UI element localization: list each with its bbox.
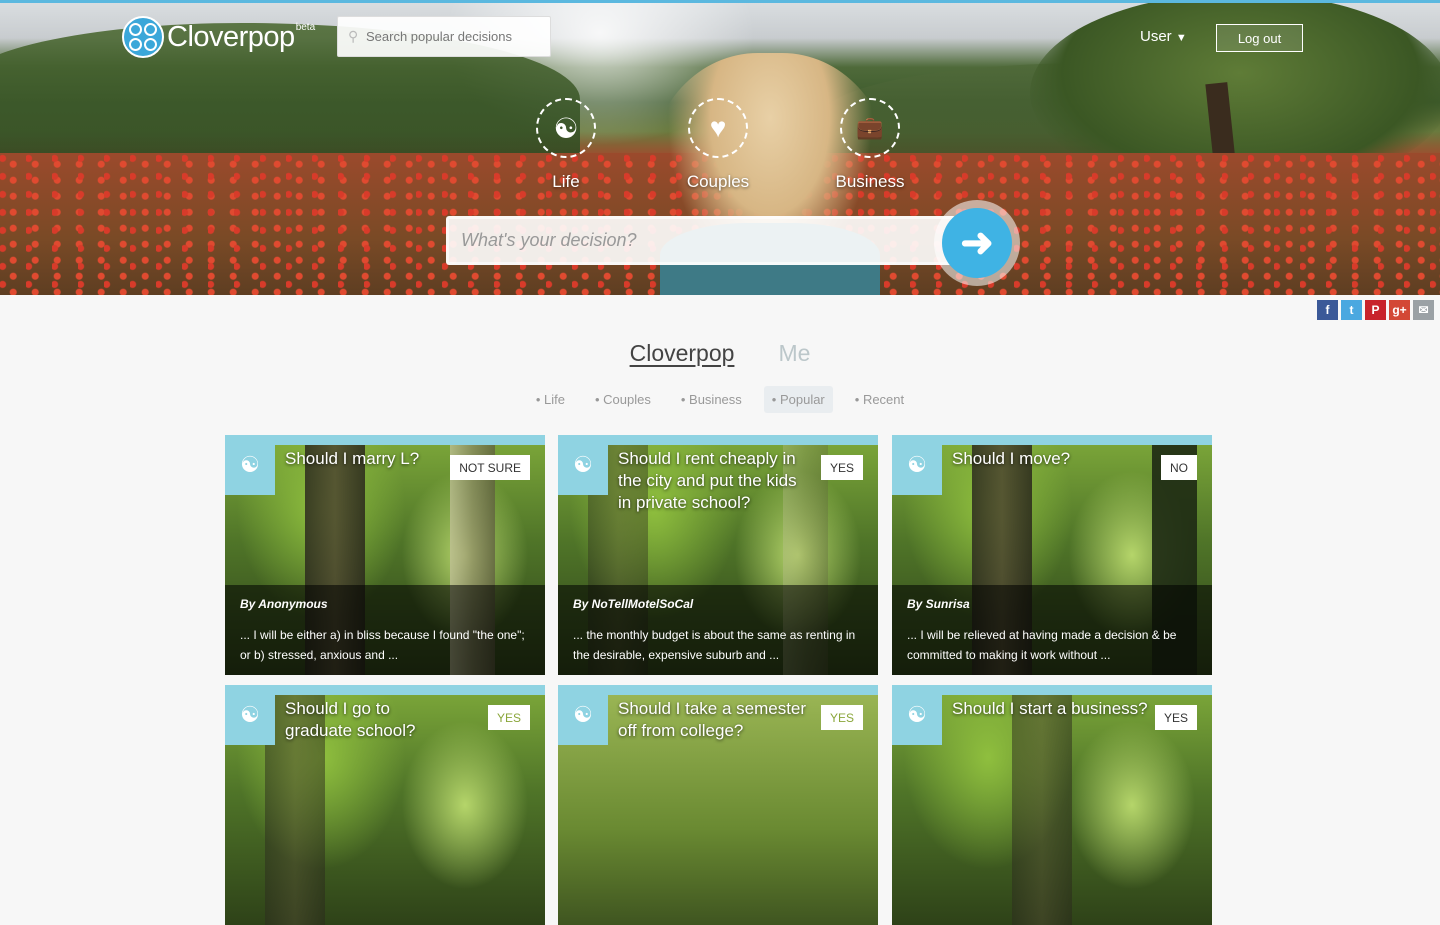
subtab-life[interactable]: • Life bbox=[528, 386, 573, 413]
card-title[interactable]: Should I take a semester off from colleg… bbox=[618, 698, 813, 742]
email-icon[interactable]: ✉ bbox=[1413, 300, 1434, 320]
decision-card[interactable]: ☯ Should I start a business? YES bbox=[892, 685, 1212, 925]
card-image-trunk bbox=[1012, 685, 1072, 925]
subtab-label: Popular bbox=[779, 392, 825, 407]
logo[interactable]: Cloverpop beta bbox=[122, 16, 315, 58]
category-label: Life bbox=[552, 172, 580, 191]
search-box[interactable]: ⚲ bbox=[337, 16, 551, 57]
logout-button[interactable]: Log out bbox=[1216, 24, 1303, 52]
yin-yang-icon: ☯ bbox=[225, 435, 275, 495]
status-badge: YES bbox=[1154, 705, 1197, 730]
subtab-recent[interactable]: • Recent bbox=[847, 386, 912, 413]
google-plus-icon[interactable]: g+ bbox=[1389, 300, 1410, 320]
decision-card[interactable]: ☯ Should I rent cheaply in the city and … bbox=[558, 435, 878, 675]
card-title[interactable]: Should I go to graduate school? bbox=[285, 698, 460, 742]
heart-icon: ♥ bbox=[688, 98, 748, 158]
decision-card[interactable]: ☯ Should I take a semester off from coll… bbox=[558, 685, 878, 925]
yin-yang-icon: ☯ bbox=[558, 685, 608, 745]
tab-cloverpop[interactable]: Cloverpop bbox=[630, 340, 735, 367]
card-excerpt: ... the monthly budget is about the same… bbox=[573, 628, 856, 662]
card-excerpt: ... I will be either a) in bliss because… bbox=[240, 628, 525, 662]
status-badge: YES bbox=[487, 705, 530, 730]
sub-tabs: • Life • Couples • Business • Popular • … bbox=[0, 386, 1440, 413]
search-icon: ⚲ bbox=[348, 28, 359, 44]
decision-card[interactable]: ☯ Should I marry L? NOT SURE By Anonymou… bbox=[225, 435, 545, 675]
subtab-label: Business bbox=[689, 392, 742, 407]
card-author: By Anonymous bbox=[240, 597, 328, 611]
card-title[interactable]: Should I start a business? bbox=[952, 698, 1152, 720]
status-badge: YES bbox=[820, 455, 863, 480]
pinterest-icon[interactable]: P bbox=[1365, 300, 1386, 320]
status-badge: NOT SURE bbox=[450, 455, 530, 480]
category-label: Business bbox=[835, 172, 905, 191]
clover-logo-icon bbox=[122, 16, 164, 58]
chevron-down-icon: ▼ bbox=[1175, 32, 1187, 44]
tab-me[interactable]: Me bbox=[778, 340, 810, 367]
user-menu[interactable]: User ▼ bbox=[1140, 28, 1187, 45]
decision-card[interactable]: ☯ Should I go to graduate school? YES bbox=[225, 685, 545, 925]
yin-yang-icon: ☯ bbox=[536, 98, 596, 158]
hero-banner: Cloverpop beta ⚲ User ▼ Log out ☯ Life ♥… bbox=[0, 3, 1440, 295]
card-title[interactable]: Should I rent cheaply in the city and pu… bbox=[618, 448, 808, 514]
category-label: Couples bbox=[686, 172, 750, 191]
card-title[interactable]: Should I marry L? bbox=[285, 448, 460, 470]
main-tabs: Cloverpop Me bbox=[0, 340, 1440, 367]
subtab-label: Life bbox=[544, 392, 565, 407]
card-author: By NoTellMotelSoCal bbox=[573, 597, 694, 611]
category-life[interactable]: ☯ Life bbox=[506, 98, 626, 192]
subtab-couples[interactable]: • Couples bbox=[587, 386, 659, 413]
status-badge: YES bbox=[820, 705, 863, 730]
logo-text: Cloverpop bbox=[167, 20, 295, 53]
subtab-label: Recent bbox=[862, 392, 905, 407]
yin-yang-icon: ☯ bbox=[892, 435, 942, 495]
yin-yang-icon: ☯ bbox=[558, 435, 608, 495]
search-input[interactable] bbox=[366, 29, 546, 44]
user-menu-label: User bbox=[1140, 28, 1172, 45]
twitter-icon[interactable]: t bbox=[1341, 300, 1362, 320]
facebook-icon[interactable]: f bbox=[1317, 300, 1338, 320]
decision-card[interactable]: ☯ Should I move? NO By Sunrisa ... I wil… bbox=[892, 435, 1212, 675]
status-badge: NO bbox=[1161, 455, 1197, 480]
card-excerpt: ... I will be relieved at having made a … bbox=[907, 628, 1177, 662]
card-title[interactable]: Should I move? bbox=[952, 448, 1127, 470]
arrow-right-icon: ➜ bbox=[942, 208, 1012, 278]
card-author: By Sunrisa bbox=[907, 597, 970, 611]
briefcase-icon: 💼 bbox=[840, 98, 900, 158]
decision-field[interactable] bbox=[446, 216, 956, 265]
decision-input[interactable] bbox=[449, 219, 953, 262]
category-business[interactable]: 💼 Business bbox=[810, 98, 930, 192]
share-bar: f t P g+ ✉ bbox=[1317, 300, 1434, 320]
subtab-label: Couples bbox=[603, 392, 651, 407]
subtab-business[interactable]: • Business bbox=[673, 386, 750, 413]
subtab-popular[interactable]: • Popular bbox=[763, 386, 833, 413]
category-couples[interactable]: ♥ Couples bbox=[658, 98, 778, 192]
yin-yang-icon: ☯ bbox=[892, 685, 942, 745]
beta-tag: beta bbox=[295, 22, 316, 33]
yin-yang-icon: ☯ bbox=[225, 685, 275, 745]
submit-decision-button[interactable]: ➜ bbox=[934, 200, 1020, 286]
